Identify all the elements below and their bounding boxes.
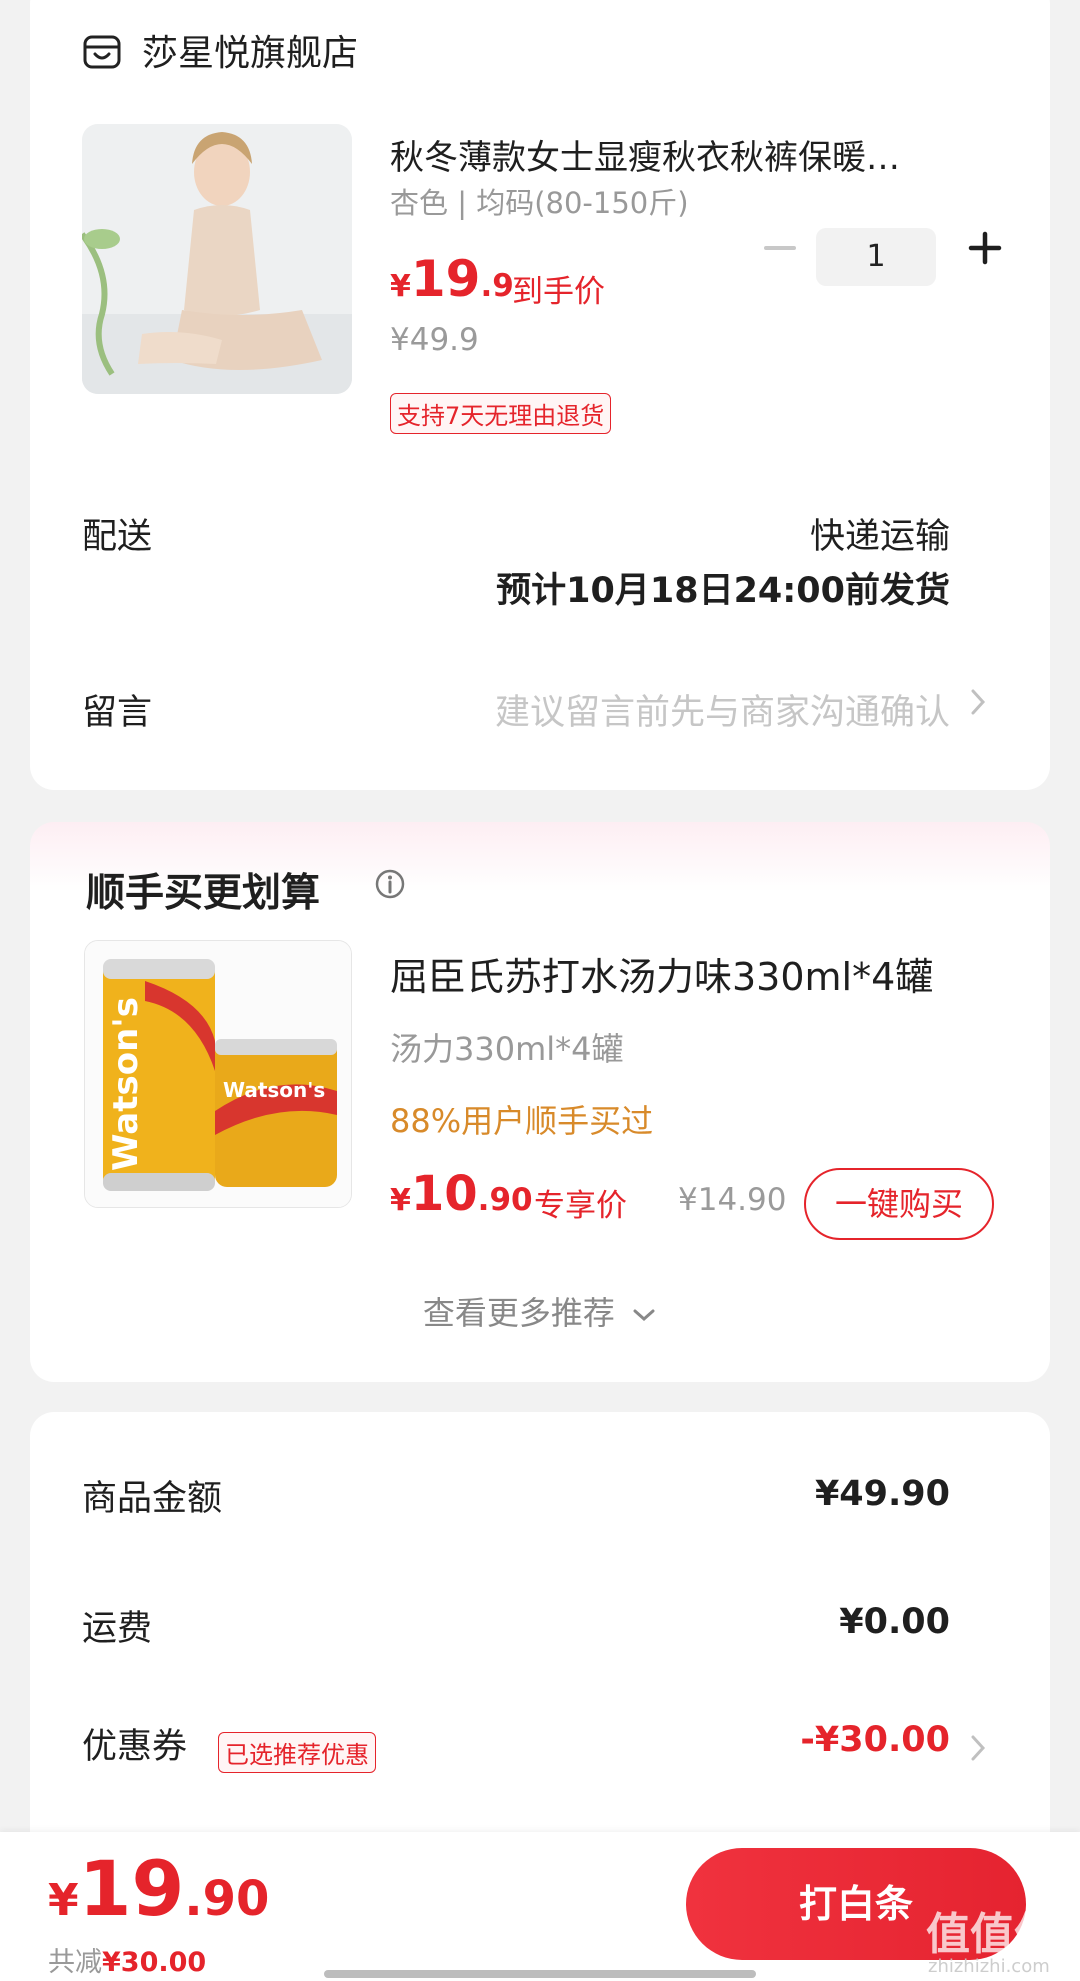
total-decimal: .90 <box>184 1871 270 1927</box>
recommend-title: 顺手买更划算 <box>86 871 321 916</box>
price-integer: 10 <box>410 1166 478 1222</box>
freight-value: ¥0.00 <box>839 1602 950 1642</box>
recommend-item-spec: 汤力330ml*4罐 <box>390 1030 624 1068</box>
goods-amount-value: ¥49.90 <box>814 1474 950 1514</box>
more-recommendations-link[interactable]: 查看更多推荐 <box>30 1288 1050 1334</box>
total-integer: 19 <box>78 1844 185 1933</box>
store-name[interactable]: 莎星悦旗舰店 <box>142 24 358 76</box>
recommend-item-title[interactable]: 屈臣氏苏打水汤力味330ml*4罐 <box>390 946 933 1001</box>
original-price: ¥49.9 <box>390 322 479 358</box>
store-icon <box>83 35 121 69</box>
recommend-item-bought: 88%用户顺手买过 <box>390 1102 654 1140</box>
store-card: 莎星悦旗舰店 秋冬薄款女士显瘦秋衣秋裤保暖… 杏色 | 均码(80-150斤) … <box>30 0 1050 790</box>
checkout-bar: ¥19.90 共减¥30.00 打白条 值值值 zhizhizhi.com <box>0 1832 1080 1981</box>
saved-amount: 共减¥30.00 <box>48 1940 206 1979</box>
plus-icon[interactable] <box>965 228 1005 268</box>
coupon-label: 优惠券 <box>82 1727 188 1767</box>
product-price: ¥19.9 <box>390 250 514 308</box>
recommend-card: 顺手买更划算 Watson's Watson's 屈臣氏苏打水汤力味330ml*… <box>30 822 1050 1382</box>
one-click-buy-button[interactable]: 一键购买 <box>804 1168 994 1240</box>
watermark-logo: 值值值 <box>926 1909 1058 1960</box>
goods-amount-label: 商品金额 <box>82 1479 223 1519</box>
chevron-down-icon <box>633 1309 655 1322</box>
price-decimal: .9 <box>480 268 514 304</box>
more-recommendations-label: 查看更多推荐 <box>422 1294 615 1332</box>
message-label: 留言 <box>82 693 153 733</box>
chevron-right-icon[interactable] <box>968 1734 988 1762</box>
soda-can-photo: Watson's Watson's <box>85 941 351 1207</box>
pack-brand-text: Watson's <box>223 1078 325 1102</box>
return-policy-badge: 支持7天无理由退货 <box>390 393 612 434</box>
recommend-image[interactable]: Watson's Watson's <box>84 940 352 1208</box>
price-currency: ¥ <box>390 1183 411 1218</box>
shipping-method: 快递运输 <box>809 517 950 557</box>
coupon-value[interactable]: -¥30.00 <box>800 1720 950 1760</box>
product-image[interactable] <box>82 124 352 394</box>
recommend-item-price: ¥10.90 <box>390 1166 533 1222</box>
chevron-right-icon[interactable] <box>968 688 988 716</box>
recommend-price-tag: 专享价 <box>534 1188 627 1224</box>
recommend-original-price: ¥14.90 <box>678 1182 787 1218</box>
total-price: ¥19.90 <box>48 1844 269 1933</box>
home-indicator[interactable] <box>324 1970 756 1978</box>
saved-value: ¥30.00 <box>102 1947 207 1978</box>
shipping-label: 配送 <box>82 517 153 557</box>
info-icon[interactable] <box>374 868 406 900</box>
watermark-url: zhizhizhi.com <box>928 1956 1050 1977</box>
price-currency: ¥ <box>390 269 411 304</box>
message-input[interactable]: 建议留言前先与商家沟通确认 <box>495 684 950 735</box>
product-spec[interactable]: 杏色 | 均码(80-150斤) <box>390 180 689 222</box>
brand-text: Watson's <box>106 997 146 1171</box>
coupon-badge: 已选推荐优惠 <box>218 1732 376 1773</box>
quantity-input[interactable]: 1 <box>816 228 936 286</box>
minus-icon[interactable] <box>760 228 800 268</box>
price-decimal: .90 <box>477 1182 533 1218</box>
freight-label: 运费 <box>82 1609 153 1649</box>
shipping-eta: 预计10月18日24:00前发货 <box>496 571 950 611</box>
product-title[interactable]: 秋冬薄款女士显瘦秋衣秋裤保暖… <box>390 130 980 179</box>
price-integer: 19 <box>410 250 481 308</box>
product-photo <box>82 124 352 394</box>
saved-prefix: 共减 <box>48 1947 102 1978</box>
price-tag: 到手价 <box>512 274 605 310</box>
total-currency: ¥ <box>48 1875 79 1926</box>
